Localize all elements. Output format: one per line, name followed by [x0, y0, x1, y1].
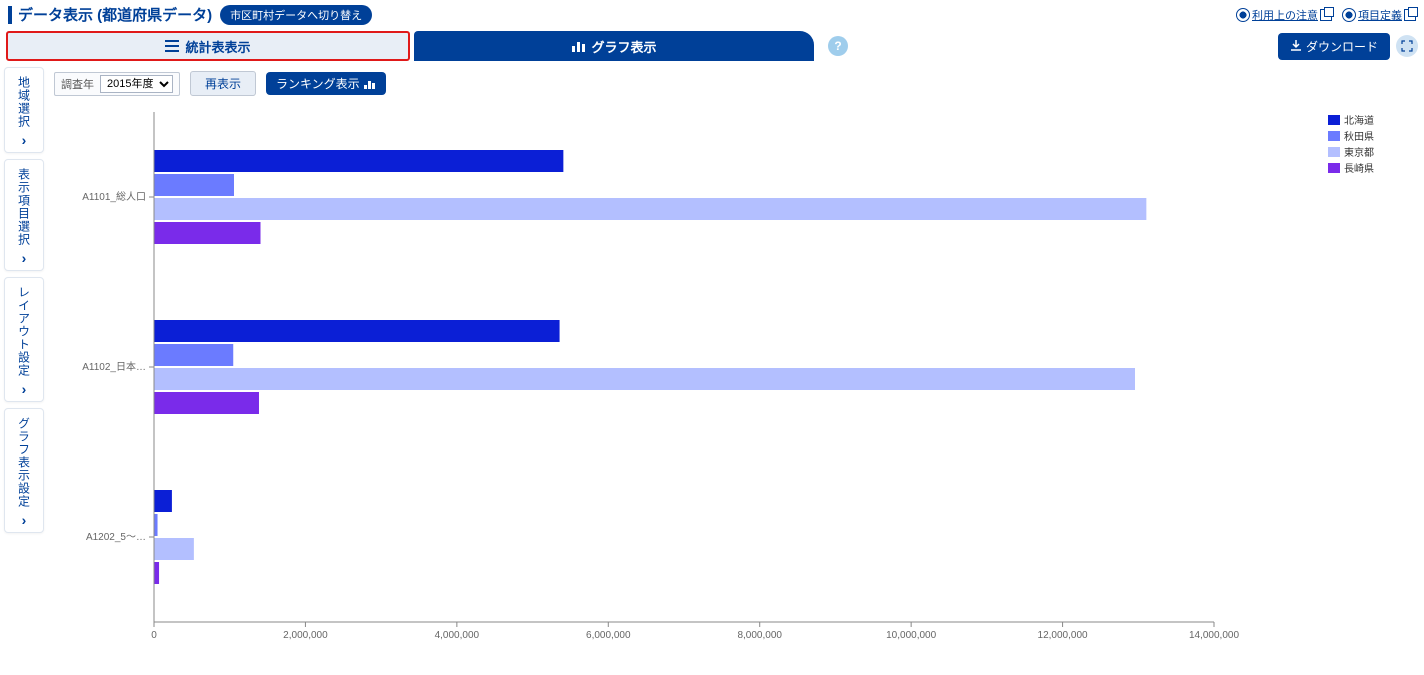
legend-swatch — [1328, 163, 1340, 173]
sidebar-item-label: レイアウト設定 — [16, 286, 33, 377]
svg-text:8,000,000: 8,000,000 — [737, 630, 782, 641]
chart: 0 2,000,000 4,000,000 6,000,000 8,000,000 10,… — [74, 102, 1414, 662]
legend-item: 北海道 — [1328, 112, 1374, 127]
main-area: 調査年 2015年度 再表示 ランキング表示 0 2,000,000 4,000,0… — [44, 67, 1424, 662]
sidebar-item-layout-settings[interactable]: レイアウト設定 › — [4, 277, 44, 402]
item-definition-link[interactable]: 項目定義 — [1342, 7, 1416, 23]
fullscreen-button[interactable] — [1396, 35, 1418, 57]
chevron-right-icon: › — [22, 512, 27, 528]
item-definition-label: 項目定義 — [1358, 7, 1402, 23]
switch-municipal-button[interactable]: 市区町村データへ切り替え — [220, 5, 372, 25]
legend-label: 長崎県 — [1344, 160, 1374, 175]
help-button[interactable]: ? — [828, 36, 848, 56]
bar-chart-icon — [571, 39, 585, 53]
left-sidebar: 地域選択 › 表示項目選択 › レイアウト設定 › グラフ表示設定 › — [4, 67, 44, 533]
tab-row: 統計表表示 グラフ表示 ? ダウンロード — [0, 31, 1424, 61]
chevron-right-icon: › — [22, 250, 27, 266]
svg-text:6,000,000: 6,000,000 — [586, 630, 631, 641]
svg-text:A1101_総人口: A1101_総人口 — [82, 190, 146, 203]
legend-label: 東京都 — [1344, 144, 1374, 159]
sidebar-item-display-items[interactable]: 表示項目選択 › — [4, 159, 44, 271]
year-label: 調査年 — [61, 76, 94, 92]
sidebar-item-region-select[interactable]: 地域選択 › — [4, 67, 44, 153]
header-accent-bar — [8, 6, 12, 24]
tab-graph[interactable]: グラフ表示 — [414, 31, 814, 61]
legend-label: 秋田県 — [1344, 128, 1374, 143]
svg-text:0: 0 — [151, 630, 157, 641]
legend-item: 長崎県 — [1328, 160, 1374, 175]
legend-item: 秋田県 — [1328, 128, 1374, 143]
svg-text:A1202_5～…: A1202_5～… — [86, 532, 146, 543]
sidebar-item-label: 表示項目選択 — [16, 168, 33, 246]
legend-swatch — [1328, 131, 1340, 141]
bar-chart-svg: 0 2,000,000 4,000,000 6,000,000 8,000,000 10,… — [74, 102, 1394, 657]
table-icon — [165, 39, 179, 53]
download-label: ダウンロード — [1306, 38, 1378, 55]
svg-text:4,000,000: 4,000,000 — [435, 630, 480, 641]
chevron-right-icon: › — [22, 132, 27, 148]
page-title: データ表示 (都道府県データ) — [18, 4, 212, 25]
sidebar-item-label: 地域選択 — [16, 76, 33, 128]
tab-table-label: 統計表表示 — [185, 37, 250, 56]
svg-text:10,000,000: 10,000,000 — [886, 630, 936, 641]
download-button[interactable]: ダウンロード — [1278, 33, 1390, 60]
svg-text:A1102_日本…: A1102_日本… — [82, 360, 146, 373]
ranking-button[interactable]: ランキング表示 — [266, 72, 386, 95]
ranking-label: ランキング表示 — [276, 75, 360, 92]
usage-notice-link[interactable]: 利用上の注意 — [1236, 7, 1332, 23]
svg-text:2,000,000: 2,000,000 — [283, 630, 328, 641]
svg-text:12,000,000: 12,000,000 — [1038, 630, 1088, 641]
year-select-group: 調査年 2015年度 — [54, 72, 180, 96]
sidebar-item-label: グラフ表示設定 — [16, 417, 33, 508]
svg-text:14,000,000: 14,000,000 — [1189, 630, 1239, 641]
usage-notice-label: 利用上の注意 — [1252, 7, 1318, 23]
chevron-right-icon: › — [22, 381, 27, 397]
expand-icon — [1401, 40, 1413, 52]
external-link-icon — [1320, 9, 1332, 21]
chart-legend: 北海道秋田県東京都長崎県 — [1328, 112, 1374, 176]
redisplay-button[interactable]: 再表示 — [190, 71, 256, 96]
download-icon — [1290, 40, 1302, 52]
page-header: データ表示 (都道府県データ) 市区町村データへ切り替え 利用上の注意 項目定義 — [0, 0, 1424, 31]
legend-item: 東京都 — [1328, 144, 1374, 159]
tab-statistics-table[interactable]: 統計表表示 — [6, 31, 410, 61]
chart-controls: 調査年 2015年度 再表示 ランキング表示 — [54, 71, 1414, 96]
ranking-icon — [364, 79, 376, 89]
sidebar-item-graph-settings[interactable]: グラフ表示設定 › — [4, 408, 44, 533]
external-link-icon — [1404, 9, 1416, 21]
legend-swatch — [1328, 115, 1340, 125]
tab-graph-label: グラフ表示 — [591, 37, 656, 56]
legend-swatch — [1328, 147, 1340, 157]
legend-label: 北海道 — [1344, 112, 1374, 127]
year-select[interactable]: 2015年度 — [100, 75, 173, 93]
